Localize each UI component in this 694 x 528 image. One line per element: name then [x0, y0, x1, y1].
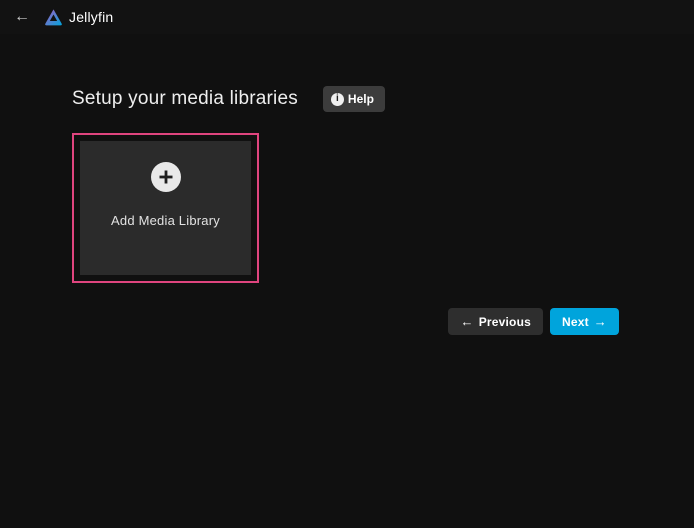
add-media-library-card[interactable]: Add Media Library: [72, 133, 259, 283]
jellyfin-logo-icon: [44, 8, 63, 27]
setup-wizard-screen: ← Jellyfin Setup your media libra: [0, 0, 694, 528]
previous-button-label: Previous: [479, 315, 531, 329]
help-button[interactable]: i Help: [323, 86, 385, 112]
title-row: Setup your media libraries i Help: [72, 86, 622, 112]
page-title: Setup your media libraries: [72, 88, 298, 110]
add-media-library-card-body: Add Media Library: [80, 141, 251, 275]
plus-icon: [151, 162, 181, 192]
help-button-label: Help: [348, 92, 374, 106]
info-icon: i: [331, 93, 344, 106]
arrow-left-icon: ←: [460, 315, 473, 328]
wizard-nav-buttons: ← Previous Next →: [72, 308, 622, 335]
next-button-label: Next: [562, 315, 589, 329]
top-app-bar: ← Jellyfin: [0, 0, 694, 34]
app-title: Jellyfin: [69, 9, 113, 25]
brand: Jellyfin: [44, 8, 113, 27]
wizard-content: Setup your media libraries i Help Add Me…: [0, 86, 694, 335]
next-button[interactable]: Next →: [550, 308, 619, 335]
arrow-right-icon: →: [594, 315, 607, 328]
back-arrow-icon[interactable]: ←: [10, 5, 34, 29]
previous-button[interactable]: ← Previous: [448, 308, 543, 335]
add-media-library-label: Add Media Library: [111, 213, 220, 228]
